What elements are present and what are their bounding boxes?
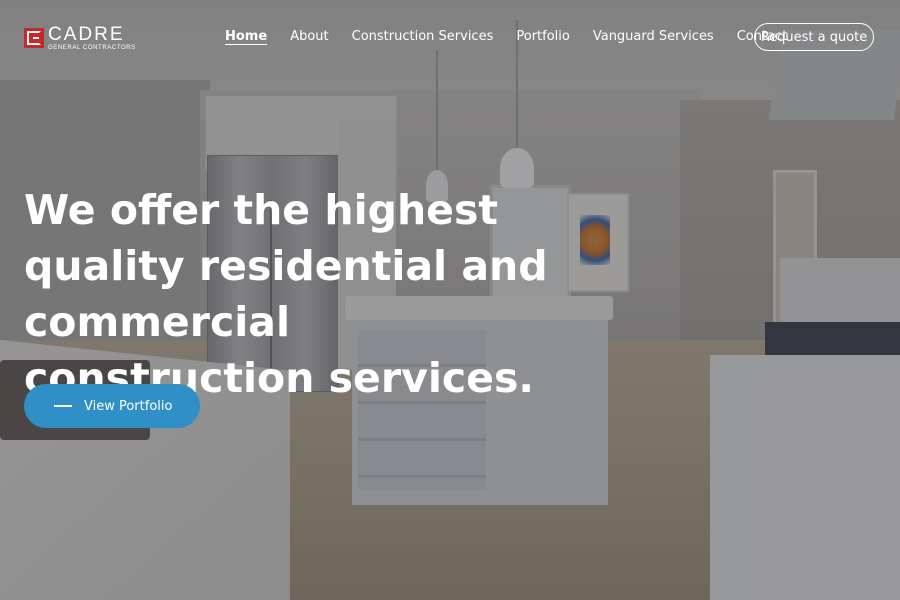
view-portfolio-label: View Portfolio [84, 398, 173, 414]
dash-icon [54, 405, 72, 407]
nav-item-about[interactable]: About [290, 29, 328, 44]
main-nav: Home About Construction Services Portfol… [225, 29, 810, 44]
nav-item-construction-services[interactable]: Construction Services [352, 29, 494, 44]
brand-name: CADRE [48, 24, 125, 45]
cadre-logo-icon [24, 28, 44, 48]
site-header: CADRE GENERAL CONTRACTORS Home About Con… [0, 0, 900, 74]
nav-item-vanguard-services[interactable]: Vanguard Services [593, 29, 714, 44]
site-logo[interactable]: CADRE GENERAL CONTRACTORS [24, 25, 136, 51]
view-portfolio-button[interactable]: View Portfolio [24, 384, 200, 428]
nav-item-home[interactable]: Home [225, 29, 267, 44]
nav-item-portfolio[interactable]: Portfolio [516, 29, 569, 44]
hero-heading: We offer the highest quality residential… [24, 186, 548, 402]
brand-tagline: GENERAL CONTRACTORS [48, 45, 136, 51]
request-quote-button[interactable]: Request a quote [754, 23, 874, 51]
